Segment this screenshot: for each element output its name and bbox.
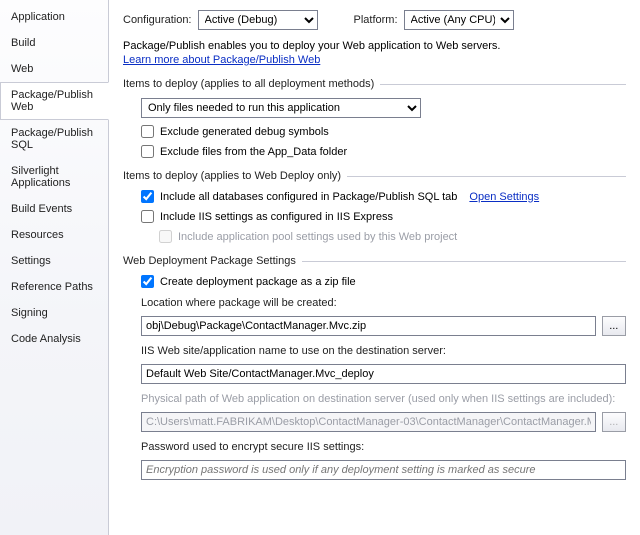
create-zip-checkbox[interactable]: Create deployment package as a zip file [141, 275, 626, 288]
exclude-debug-input[interactable] [141, 125, 154, 138]
physical-path-input [141, 412, 596, 432]
checkbox-label: Include application pool settings used b… [178, 231, 457, 243]
sidebar-item-label: Reference Paths [11, 281, 93, 293]
sidebar-item-label: Build Events [11, 203, 72, 215]
sidebar-item-resources[interactable]: Resources [0, 222, 108, 248]
sidebar-item-silverlight-applications[interactable]: Silverlight Applications [0, 158, 108, 196]
group-title: Items to deploy (applies to Web Deploy o… [123, 170, 341, 182]
physical-path-label: Physical path of Web application on dest… [141, 393, 626, 405]
sidebar-item-settings[interactable]: Settings [0, 248, 108, 274]
group-title: Items to deploy (applies to all deployme… [123, 78, 374, 90]
config-platform-row: Configuration: Active (Debug) Platform: … [123, 10, 626, 30]
location-browse-button[interactable]: ... [602, 316, 626, 336]
sidebar-item-label: Silverlight Applications [11, 165, 70, 189]
include-db-input[interactable] [141, 190, 154, 203]
configuration-label: Configuration: [123, 14, 192, 26]
sidebar: Application Build Web Package/Publish We… [0, 0, 108, 535]
sidebar-item-label: Web [11, 63, 33, 75]
sidebar-item-application[interactable]: Application [0, 4, 108, 30]
group-items-webdeploy: Items to deploy (applies to Web Deploy o… [123, 170, 626, 243]
sidebar-item-label: Code Analysis [11, 333, 81, 345]
exclude-appdata-input[interactable] [141, 145, 154, 158]
include-iis-checkbox[interactable]: Include IIS settings as configured in II… [141, 210, 626, 223]
include-iis-input[interactable] [141, 210, 154, 223]
include-apppool-checkbox: Include application pool settings used b… [141, 230, 626, 243]
learn-more-link[interactable]: Learn more about Package/Publish Web [123, 54, 320, 66]
password-input[interactable] [141, 460, 626, 480]
platform-select[interactable]: Active (Any CPU) [404, 10, 514, 30]
sidebar-item-package-publish-web[interactable]: Package/Publish Web [0, 82, 109, 120]
sidebar-item-code-analysis[interactable]: Code Analysis [0, 326, 108, 352]
sidebar-item-label: Resources [11, 229, 64, 241]
sidebar-item-build[interactable]: Build [0, 30, 108, 56]
group-package-settings: Web Deployment Package Settings Create d… [123, 255, 626, 480]
physical-path-browse-button: ... [602, 412, 626, 432]
sidebar-item-label: Application [11, 11, 65, 23]
checkbox-label: Create deployment package as a zip file [160, 276, 356, 288]
checkbox-label: Exclude files from the App_Data folder [160, 146, 347, 158]
sidebar-item-signing[interactable]: Signing [0, 300, 108, 326]
checkbox-label: Include all databases configured in Pack… [160, 191, 457, 203]
sidebar-item-label: Signing [11, 307, 48, 319]
open-settings-link[interactable]: Open Settings [469, 191, 539, 203]
sidebar-item-package-publish-sql[interactable]: Package/Publish SQL [0, 120, 108, 158]
sidebar-item-label: Package/Publish Web [11, 89, 93, 113]
iis-name-input[interactable] [141, 364, 626, 384]
password-label: Password used to encrypt secure IIS sett… [141, 441, 626, 453]
sidebar-item-label: Package/Publish SQL [11, 127, 93, 151]
divider [302, 261, 626, 262]
exclude-debug-checkbox[interactable]: Exclude generated debug symbols [141, 125, 626, 138]
checkbox-label: Exclude generated debug symbols [160, 126, 329, 138]
sidebar-item-reference-paths[interactable]: Reference Paths [0, 274, 108, 300]
sidebar-item-label: Settings [11, 255, 51, 267]
deploy-mode-select[interactable]: Only files needed to run this applicatio… [141, 98, 421, 118]
main-panel: Configuration: Active (Debug) Platform: … [108, 0, 640, 535]
intro-text: Package/Publish enables you to deploy yo… [123, 40, 626, 52]
create-zip-input[interactable] [141, 275, 154, 288]
group-items-all: Items to deploy (applies to all deployme… [123, 78, 626, 158]
platform-label: Platform: [354, 14, 398, 26]
exclude-appdata-checkbox[interactable]: Exclude files from the App_Data folder [141, 145, 626, 158]
iis-name-label: IIS Web site/application name to use on … [141, 345, 626, 357]
configuration-select[interactable]: Active (Debug) [198, 10, 318, 30]
location-label: Location where package will be created: [141, 297, 626, 309]
location-input[interactable] [141, 316, 596, 336]
sidebar-item-web[interactable]: Web [0, 56, 108, 82]
group-title: Web Deployment Package Settings [123, 255, 296, 267]
checkbox-label: Include IIS settings as configured in II… [160, 211, 393, 223]
include-apppool-input [159, 230, 172, 243]
divider [347, 176, 626, 177]
sidebar-item-build-events[interactable]: Build Events [0, 196, 108, 222]
project-properties-page: Application Build Web Package/Publish We… [0, 0, 640, 535]
divider [380, 84, 626, 85]
sidebar-item-label: Build [11, 37, 35, 49]
